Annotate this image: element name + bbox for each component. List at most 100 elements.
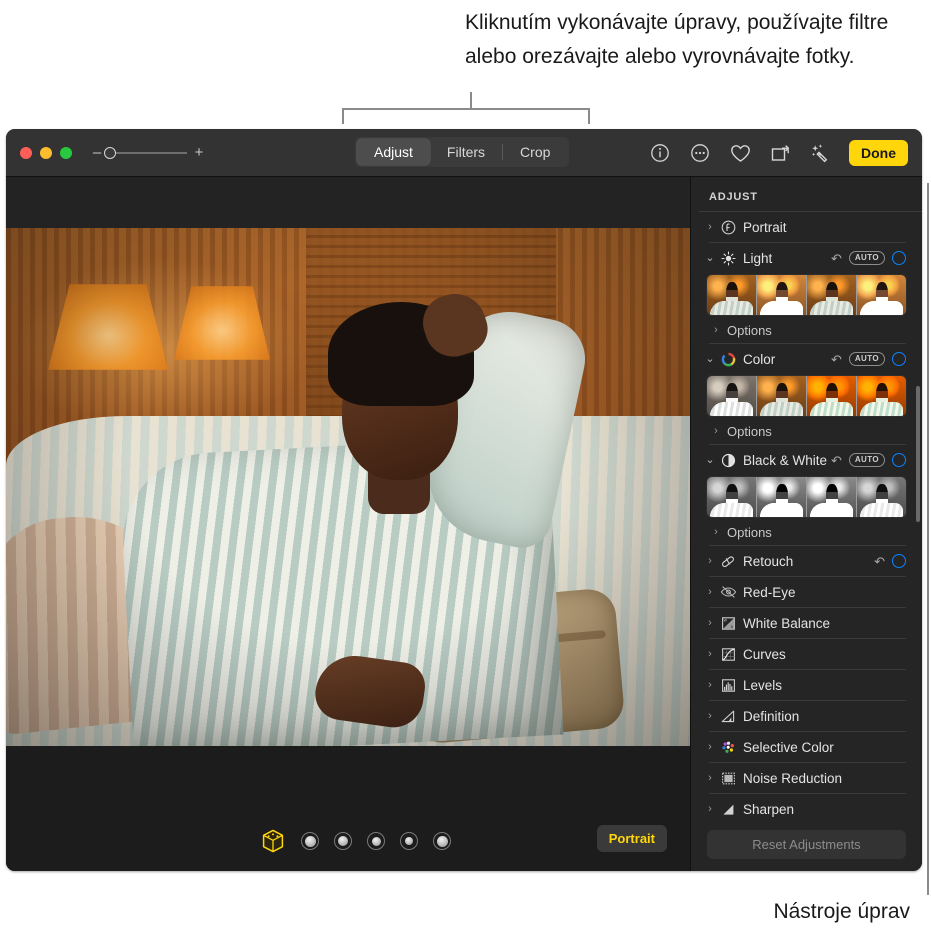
done-button[interactable]: Done xyxy=(849,140,908,166)
portrait-cube-icon[interactable] xyxy=(260,828,286,854)
color-thumb-2[interactable] xyxy=(756,376,806,416)
svg-text:W: W xyxy=(723,618,727,622)
sidebar-item-label: Selective Color xyxy=(743,739,834,755)
photo-image[interactable] xyxy=(6,228,690,746)
undo-icon[interactable]: ↶ xyxy=(874,555,885,568)
row-controls: ↶ AUTO xyxy=(831,251,906,265)
enable-toggle[interactable] xyxy=(892,453,906,467)
aperture-dot-5[interactable] xyxy=(433,832,451,850)
bottom-callout-text: Nástroje úprav xyxy=(773,900,910,923)
sidebar-item-black-and-white[interactable]: ⌄ Black & White ↶ AUTO xyxy=(701,445,906,475)
chevron-right-icon[interactable]: › xyxy=(709,526,723,538)
tab-adjust[interactable]: Adjust xyxy=(357,139,430,165)
chevron-right-icon[interactable]: › xyxy=(703,617,717,629)
sidebar-item-white-balance[interactable]: › WB White Balance xyxy=(701,608,906,638)
light-thumb-4[interactable] xyxy=(856,275,906,315)
aperture-dot-3[interactable] xyxy=(367,832,385,850)
zoom-button[interactable] xyxy=(60,146,72,159)
tab-crop[interactable]: Crop xyxy=(503,139,567,165)
enable-toggle[interactable] xyxy=(892,352,906,366)
more-options-icon[interactable] xyxy=(689,142,711,164)
chevron-right-icon[interactable]: › xyxy=(709,324,723,336)
window-toolbar: – + Adjust Filters Crop Done xyxy=(6,129,922,177)
light-options-row[interactable]: › Options xyxy=(701,317,906,343)
undo-icon[interactable]: ↶ xyxy=(831,353,842,366)
auto-button[interactable]: AUTO xyxy=(848,352,885,366)
undo-icon[interactable]: ↶ xyxy=(831,454,842,467)
reset-adjustments-button[interactable]: Reset Adjustments xyxy=(707,830,906,859)
sidebar-item-label: Levels xyxy=(743,677,783,693)
chevron-down-icon[interactable]: ⌄ xyxy=(703,454,717,466)
color-thumb-4[interactable] xyxy=(856,376,906,416)
sidebar-item-sharpen[interactable]: › Sharpen xyxy=(701,794,906,822)
chevron-right-icon[interactable]: › xyxy=(703,586,717,598)
zoom-slider[interactable]: – + xyxy=(92,145,204,160)
aperture-dot-1[interactable] xyxy=(301,832,319,850)
zoom-slider-knob[interactable] xyxy=(104,146,116,159)
sidebar-item-retouch[interactable]: › Retouch ↶ xyxy=(701,546,906,576)
zoom-in-label[interactable]: + xyxy=(194,145,204,160)
rotate-icon[interactable] xyxy=(769,142,791,164)
auto-button[interactable]: AUTO xyxy=(848,453,885,467)
sidebar-item-noise-reduction[interactable]: › Noise Reduction xyxy=(701,763,906,793)
light-thumb-1[interactable] xyxy=(707,275,756,315)
chevron-right-icon[interactable]: › xyxy=(703,679,717,691)
sidebar-scrollbar[interactable] xyxy=(916,386,920,522)
sidebar-item-selective-color[interactable]: › Selective Color xyxy=(701,732,906,762)
sidebar-item-red-eye[interactable]: › Red-Eye xyxy=(701,577,906,607)
chevron-right-icon[interactable]: › xyxy=(709,425,723,437)
sidebar-item-levels[interactable]: › Levels xyxy=(701,670,906,700)
undo-icon[interactable]: ↶ xyxy=(831,252,842,265)
heart-icon[interactable] xyxy=(729,142,751,164)
bw-thumb-1[interactable] xyxy=(707,477,756,517)
portrait-effects-row xyxy=(260,828,451,854)
zoom-out-label[interactable]: – xyxy=(92,145,102,160)
aperture-dot-4[interactable] xyxy=(400,832,418,850)
bw-preview-strip[interactable] xyxy=(707,477,906,517)
enable-toggle[interactable] xyxy=(892,251,906,265)
chevron-right-icon[interactable]: › xyxy=(703,803,717,815)
minimize-button[interactable] xyxy=(40,146,52,159)
sidebar-item-portrait[interactable]: › Portrait xyxy=(701,212,906,242)
color-thumb-1[interactable] xyxy=(707,376,756,416)
bw-thumb-3[interactable] xyxy=(806,477,856,517)
sidebar-item-label: Definition xyxy=(743,708,800,724)
selective-color-icon xyxy=(717,739,739,755)
chevron-right-icon[interactable]: › xyxy=(703,221,717,233)
light-preview-strip[interactable] xyxy=(707,275,906,315)
chevron-right-icon[interactable]: › xyxy=(703,710,717,722)
sidebar-item-color[interactable]: ⌄ Color ↶ AUTO xyxy=(701,344,906,374)
enable-toggle[interactable] xyxy=(892,554,906,568)
chevron-down-icon[interactable]: ⌄ xyxy=(703,353,717,365)
chevron-right-icon[interactable]: › xyxy=(703,555,717,567)
edit-mode-segmented-control: Adjust Filters Crop xyxy=(355,137,570,167)
noise-reduction-icon xyxy=(717,770,739,786)
zoom-slider-track[interactable] xyxy=(104,146,187,159)
color-preview-strip[interactable] xyxy=(707,376,906,416)
close-button[interactable] xyxy=(20,146,32,159)
sidebar-item-definition[interactable]: › Definition xyxy=(701,701,906,731)
auto-button[interactable]: AUTO xyxy=(848,251,885,265)
tab-filters[interactable]: Filters xyxy=(430,139,502,165)
eye-slash-icon xyxy=(717,584,739,600)
sidebar-item-light[interactable]: ⌄ Light ↶ AUTO xyxy=(701,243,906,273)
color-thumb-3[interactable] xyxy=(806,376,856,416)
color-options-row[interactable]: › Options xyxy=(701,418,906,444)
bw-options-row[interactable]: › Options xyxy=(701,519,906,545)
info-icon[interactable] xyxy=(649,142,671,164)
bw-thumb-2[interactable] xyxy=(756,477,806,517)
portrait-mode-chip[interactable]: Portrait xyxy=(596,825,667,852)
light-thumb-3[interactable] xyxy=(806,275,856,315)
chevron-down-icon[interactable]: ⌄ xyxy=(703,252,717,264)
callout-leader-bracket-right-cap xyxy=(588,108,590,124)
chevron-right-icon[interactable]: › xyxy=(703,648,717,660)
sidebar-scroll-area[interactable]: › Portrait ⌄ Light ↶ AUTO › Options ⌄ Co… xyxy=(691,212,922,822)
aperture-dot-2[interactable] xyxy=(334,832,352,850)
auto-enhance-icon[interactable] xyxy=(809,142,831,164)
sidebar-item-label: Color xyxy=(743,351,776,367)
chevron-right-icon[interactable]: › xyxy=(703,741,717,753)
chevron-right-icon[interactable]: › xyxy=(703,772,717,784)
sidebar-item-curves[interactable]: › Curves xyxy=(701,639,906,669)
light-thumb-2[interactable] xyxy=(756,275,806,315)
bw-thumb-4[interactable] xyxy=(856,477,906,517)
